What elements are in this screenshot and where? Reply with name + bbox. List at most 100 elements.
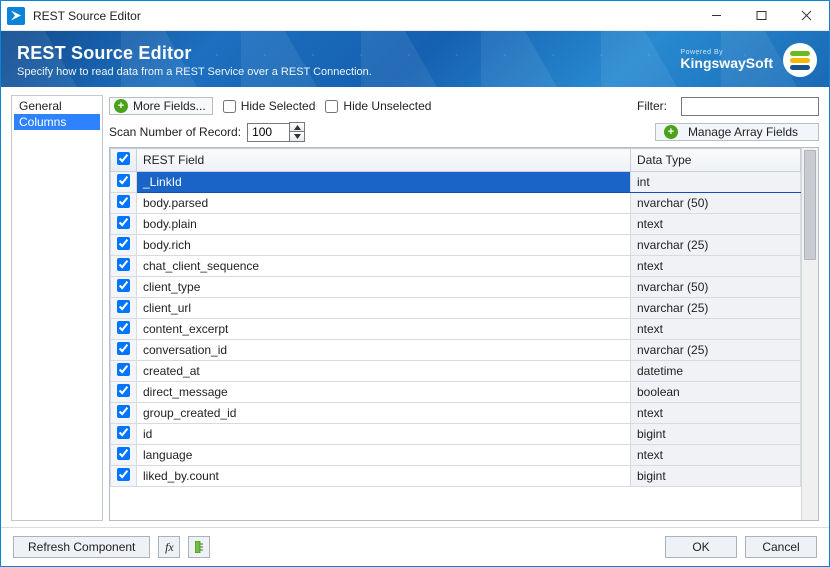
- row-field-cell[interactable]: liked_by.count: [137, 466, 631, 487]
- row-checkbox[interactable]: [117, 384, 130, 397]
- row-checkbox[interactable]: [117, 279, 130, 292]
- table-row[interactable]: client_typenvarchar (50): [111, 277, 801, 298]
- row-field-cell[interactable]: created_at: [137, 361, 631, 382]
- row-type-cell[interactable]: int: [631, 172, 801, 193]
- row-checkbox[interactable]: [117, 426, 130, 439]
- more-fields-button[interactable]: + More Fields...: [109, 97, 213, 115]
- table-row[interactable]: languagentext: [111, 445, 801, 466]
- row-field-cell[interactable]: body.rich: [137, 235, 631, 256]
- row-check-cell[interactable]: [111, 256, 137, 277]
- row-checkbox[interactable]: [117, 321, 130, 334]
- row-check-cell[interactable]: [111, 193, 137, 214]
- row-field-cell[interactable]: chat_client_sequence: [137, 256, 631, 277]
- hide-unselected-toggle[interactable]: Hide Unselected: [325, 99, 431, 113]
- table-row[interactable]: body.plainntext: [111, 214, 801, 235]
- row-type-cell[interactable]: nvarchar (25): [631, 235, 801, 256]
- row-field-cell[interactable]: direct_message: [137, 382, 631, 403]
- row-type-cell[interactable]: nvarchar (50): [631, 193, 801, 214]
- row-checkbox[interactable]: [117, 237, 130, 250]
- scan-input[interactable]: [247, 123, 289, 142]
- row-check-cell[interactable]: [111, 340, 137, 361]
- row-checkbox[interactable]: [117, 300, 130, 313]
- row-type-cell[interactable]: nvarchar (25): [631, 340, 801, 361]
- row-checkbox[interactable]: [117, 258, 130, 271]
- filter-input[interactable]: [681, 97, 819, 116]
- row-checkbox[interactable]: [117, 195, 130, 208]
- table-row[interactable]: client_urlnvarchar (25): [111, 298, 801, 319]
- refresh-component-button[interactable]: Refresh Component: [13, 536, 150, 558]
- header-data-type[interactable]: Data Type: [631, 149, 801, 172]
- hide-selected-checkbox[interactable]: [223, 100, 236, 113]
- hide-selected-toggle[interactable]: Hide Selected: [223, 99, 316, 113]
- nav-item-general[interactable]: General: [14, 98, 100, 114]
- row-type-cell[interactable]: ntext: [631, 214, 801, 235]
- row-checkbox[interactable]: [117, 342, 130, 355]
- nav-item-columns[interactable]: Columns: [14, 114, 100, 130]
- row-check-cell[interactable]: [111, 445, 137, 466]
- row-field-cell[interactable]: _LinkId: [137, 172, 631, 193]
- table-row[interactable]: body.richnvarchar (25): [111, 235, 801, 256]
- row-type-cell[interactable]: bigint: [631, 424, 801, 445]
- vertical-scrollbar[interactable]: [801, 148, 818, 520]
- row-type-cell[interactable]: ntext: [631, 445, 801, 466]
- row-checkbox[interactable]: [117, 447, 130, 460]
- row-checkbox[interactable]: [117, 174, 130, 187]
- row-checkbox[interactable]: [117, 363, 130, 376]
- row-check-cell[interactable]: [111, 235, 137, 256]
- row-check-cell[interactable]: [111, 466, 137, 487]
- table-row[interactable]: _LinkIdint: [111, 172, 801, 193]
- row-field-cell[interactable]: conversation_id: [137, 340, 631, 361]
- row-type-cell[interactable]: ntext: [631, 319, 801, 340]
- row-field-cell[interactable]: body.parsed: [137, 193, 631, 214]
- check-all-checkbox[interactable]: [117, 152, 130, 165]
- table-row[interactable]: conversation_idnvarchar (25): [111, 340, 801, 361]
- row-check-cell[interactable]: [111, 172, 137, 193]
- minimize-button[interactable]: [694, 1, 739, 31]
- map-columns-button[interactable]: [188, 536, 210, 558]
- row-checkbox[interactable]: [117, 405, 130, 418]
- table-row[interactable]: created_atdatetime: [111, 361, 801, 382]
- row-check-cell[interactable]: [111, 319, 137, 340]
- row-type-cell[interactable]: bigint: [631, 466, 801, 487]
- cancel-button[interactable]: Cancel: [745, 536, 817, 558]
- table-row[interactable]: group_created_idntext: [111, 403, 801, 424]
- row-type-cell[interactable]: ntext: [631, 403, 801, 424]
- scrollbar-thumb[interactable]: [804, 150, 816, 260]
- row-type-cell[interactable]: nvarchar (50): [631, 277, 801, 298]
- row-type-cell[interactable]: nvarchar (25): [631, 298, 801, 319]
- row-type-cell[interactable]: datetime: [631, 361, 801, 382]
- row-field-cell[interactable]: language: [137, 445, 631, 466]
- expression-button[interactable]: fx: [158, 536, 180, 558]
- table-row[interactable]: liked_by.countbigint: [111, 466, 801, 487]
- row-check-cell[interactable]: [111, 382, 137, 403]
- scan-spin-up[interactable]: [290, 123, 304, 132]
- row-field-cell[interactable]: content_excerpt: [137, 319, 631, 340]
- row-check-cell[interactable]: [111, 424, 137, 445]
- row-field-cell[interactable]: client_type: [137, 277, 631, 298]
- table-row[interactable]: content_excerptntext: [111, 319, 801, 340]
- table-row[interactable]: chat_client_sequencentext: [111, 256, 801, 277]
- close-button[interactable]: [784, 1, 829, 31]
- header-rest-field[interactable]: REST Field: [137, 149, 631, 172]
- table-row[interactable]: direct_messageboolean: [111, 382, 801, 403]
- row-field-cell[interactable]: body.plain: [137, 214, 631, 235]
- scan-spin-down[interactable]: [290, 132, 304, 141]
- row-check-cell[interactable]: [111, 361, 137, 382]
- row-check-cell[interactable]: [111, 298, 137, 319]
- row-field-cell[interactable]: id: [137, 424, 631, 445]
- row-field-cell[interactable]: client_url: [137, 298, 631, 319]
- maximize-button[interactable]: [739, 1, 784, 31]
- row-type-cell[interactable]: boolean: [631, 382, 801, 403]
- row-field-cell[interactable]: group_created_id: [137, 403, 631, 424]
- row-check-cell[interactable]: [111, 403, 137, 424]
- row-type-cell[interactable]: ntext: [631, 256, 801, 277]
- row-check-cell[interactable]: [111, 214, 137, 235]
- table-row[interactable]: body.parsednvarchar (50): [111, 193, 801, 214]
- row-checkbox[interactable]: [117, 216, 130, 229]
- row-checkbox[interactable]: [117, 468, 130, 481]
- hide-unselected-checkbox[interactable]: [325, 100, 338, 113]
- header-check-all[interactable]: [111, 149, 137, 172]
- ok-button[interactable]: OK: [665, 536, 737, 558]
- row-check-cell[interactable]: [111, 277, 137, 298]
- manage-array-fields-button[interactable]: + Manage Array Fields: [655, 123, 819, 141]
